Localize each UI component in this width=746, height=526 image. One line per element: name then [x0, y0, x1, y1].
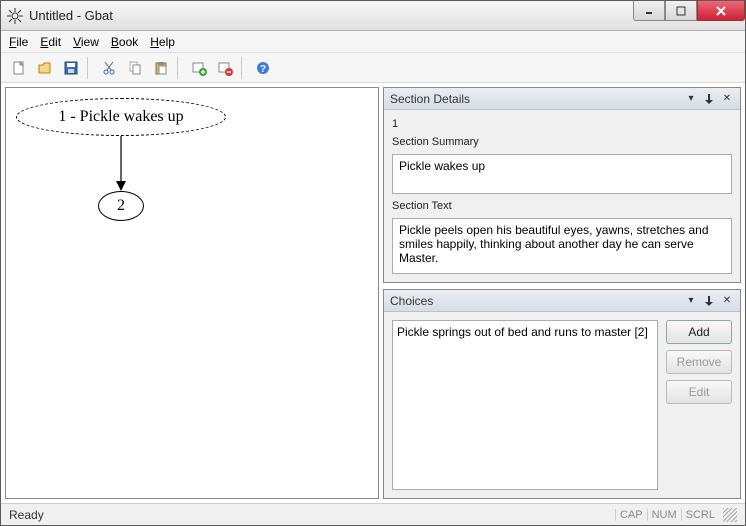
copy-button[interactable]	[123, 56, 147, 80]
graph-node-2-label: 2	[117, 197, 125, 215]
graph-node-1-label: 1 - Pickle wakes up	[58, 108, 183, 126]
toolbar: ?	[1, 53, 745, 83]
titlebar: Untitled - Gbat	[1, 1, 745, 31]
cut-button[interactable]	[97, 56, 121, 80]
section-details-panel: Section Details ▾ ✕ 1 Section Summary Se…	[383, 87, 741, 283]
graph-canvas[interactable]: 1 - Pickle wakes up 2	[5, 87, 379, 499]
section-summary-label: Section Summary	[392, 136, 732, 148]
graph-node-1[interactable]: 1 - Pickle wakes up	[16, 98, 226, 136]
panel-pin-icon[interactable]	[702, 294, 716, 308]
help-button[interactable]: ?	[251, 56, 275, 80]
statusbar: Ready CAP NUM SCRL	[1, 503, 745, 525]
menu-help[interactable]: Help	[150, 35, 175, 49]
choices-title: Choices	[390, 294, 433, 308]
panel-menu-icon[interactable]: ▾	[684, 92, 698, 106]
svg-text:?: ?	[260, 64, 266, 75]
menu-file[interactable]: File	[9, 35, 28, 49]
choice-item[interactable]: Pickle springs out of bed and runs to ma…	[397, 325, 653, 339]
menu-edit[interactable]: Edit	[40, 35, 61, 49]
menu-book[interactable]: Book	[111, 35, 138, 49]
paste-button[interactable]	[149, 56, 173, 80]
add-node-button[interactable]	[187, 56, 211, 80]
section-text-input[interactable]	[392, 218, 732, 274]
panel-pin-icon[interactable]	[702, 92, 716, 106]
status-num: NUM	[647, 509, 681, 521]
open-button[interactable]	[33, 56, 57, 80]
remove-node-button[interactable]	[213, 56, 237, 80]
panel-close-icon[interactable]: ✕	[720, 92, 734, 106]
status-scrl: SCRL	[681, 509, 719, 521]
status-ready: Ready	[9, 508, 44, 522]
graph-edge-1-2	[113, 136, 129, 191]
edit-choice-button[interactable]: Edit	[666, 380, 732, 404]
window-title: Untitled - Gbat	[29, 8, 633, 23]
choices-list[interactable]: Pickle springs out of bed and runs to ma…	[392, 320, 658, 490]
section-number: 1	[392, 118, 732, 130]
close-button[interactable]	[697, 1, 745, 21]
minimize-button[interactable]	[633, 1, 665, 21]
save-button[interactable]	[59, 56, 83, 80]
menubar: File Edit View Book Help	[1, 31, 745, 53]
section-text-label: Section Text	[392, 200, 732, 212]
panel-menu-icon[interactable]: ▾	[684, 294, 698, 308]
section-details-title: Section Details	[390, 92, 470, 106]
app-icon	[7, 8, 23, 24]
resize-grip[interactable]	[723, 508, 737, 522]
status-cap: CAP	[615, 509, 647, 521]
choices-panel: Choices ▾ ✕ Pickle springs out of bed an…	[383, 289, 741, 499]
add-choice-button[interactable]: Add	[666, 320, 732, 344]
section-summary-input[interactable]	[392, 154, 732, 194]
graph-node-2[interactable]: 2	[98, 191, 144, 221]
panel-close-icon[interactable]: ✕	[720, 294, 734, 308]
new-button[interactable]	[7, 56, 31, 80]
maximize-button[interactable]	[665, 1, 697, 21]
menu-view[interactable]: View	[73, 35, 99, 49]
remove-choice-button[interactable]: Remove	[666, 350, 732, 374]
